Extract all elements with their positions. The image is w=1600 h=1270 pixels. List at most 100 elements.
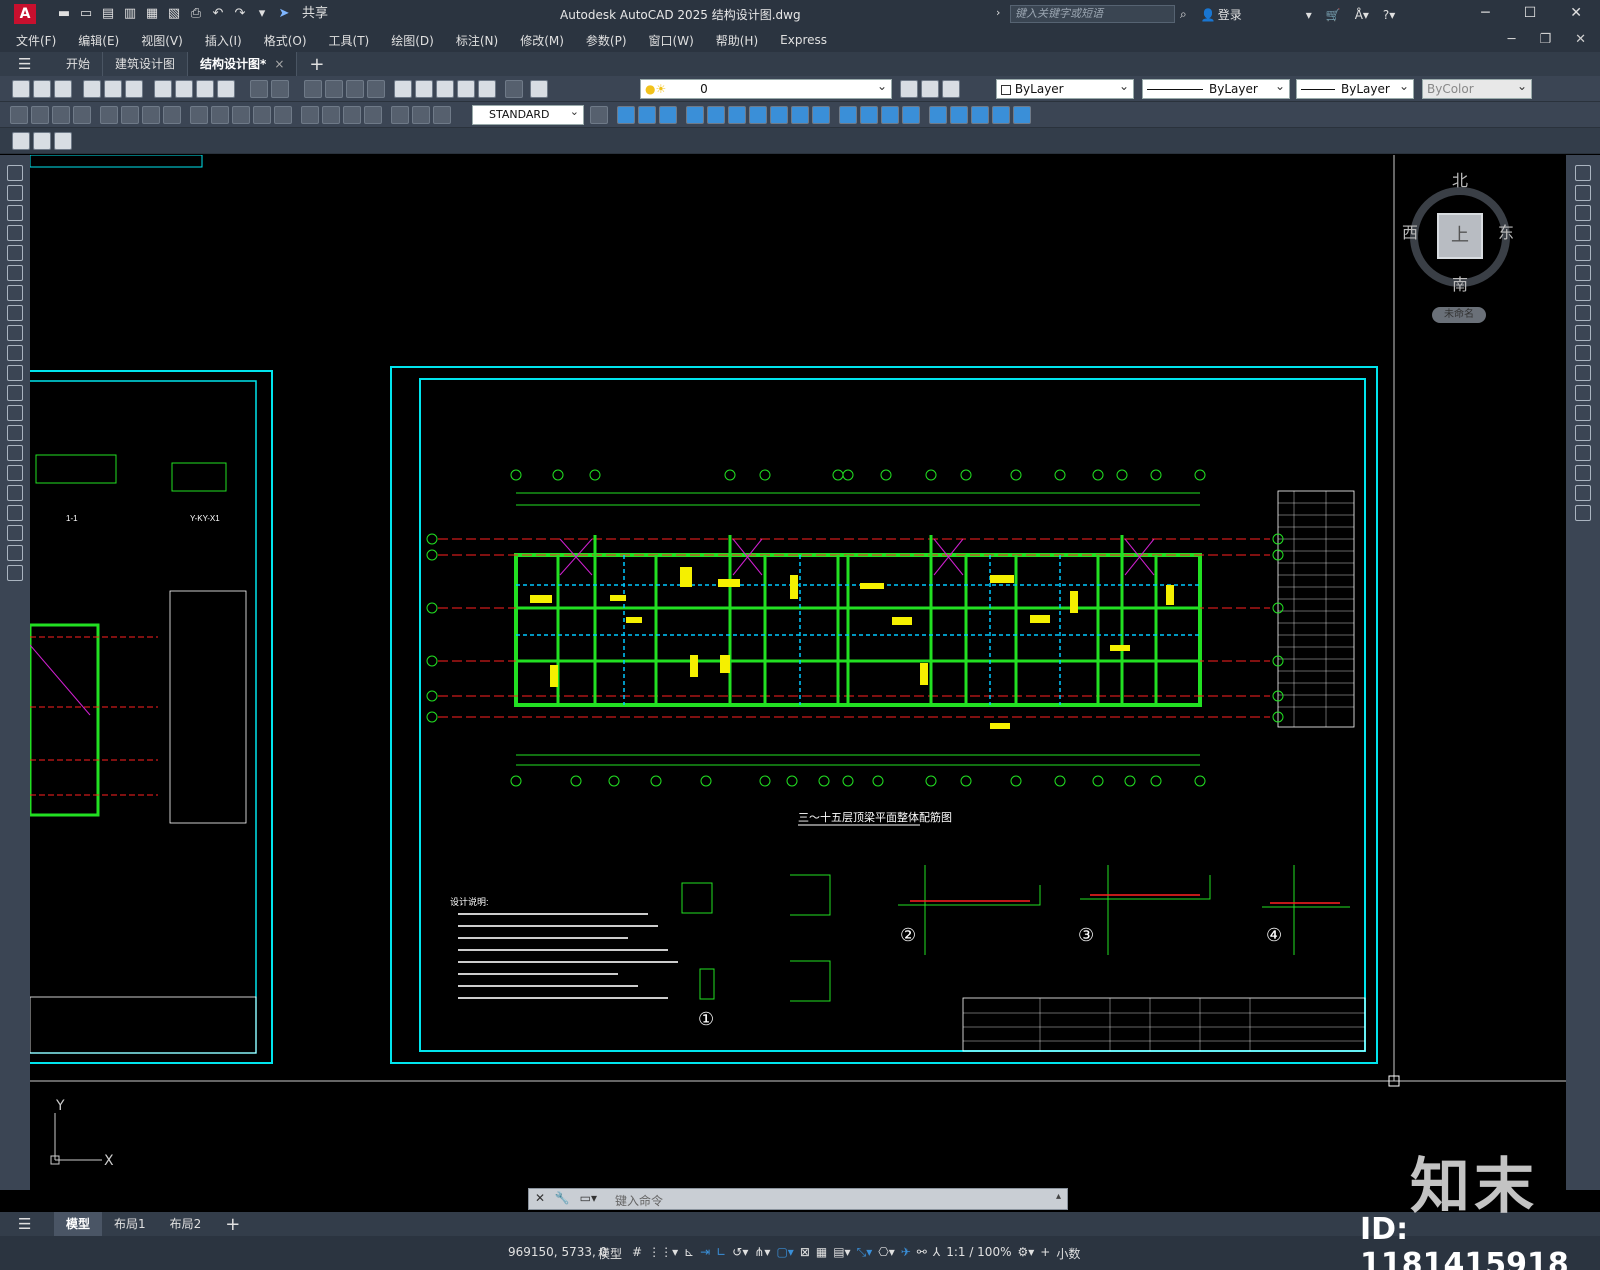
make-current-icon[interactable] <box>900 80 918 98</box>
rotate-icon[interactable] <box>1575 285 1591 301</box>
spline-icon[interactable] <box>7 325 23 341</box>
attribute-icon[interactable] <box>54 132 72 150</box>
add-selected-icon[interactable] <box>7 545 23 561</box>
ucs-world-icon[interactable] <box>950 106 968 124</box>
dim-aligned-icon[interactable] <box>31 106 49 124</box>
dim-continue-icon[interactable] <box>232 106 250 124</box>
center-mark-icon[interactable] <box>322 106 340 124</box>
ellipse-icon[interactable] <box>7 345 23 361</box>
cut-icon[interactable] <box>154 80 172 98</box>
doc-close-icon[interactable]: ✕ <box>1575 32 1586 47</box>
dim-linear-icon[interactable] <box>10 106 28 124</box>
expand-icon[interactable] <box>7 565 23 581</box>
view-left-icon[interactable] <box>659 106 677 124</box>
polar-tracking-icon[interactable]: ↺▾ <box>732 1245 748 1262</box>
polyline-icon[interactable] <box>7 205 23 221</box>
auto-scale-icon[interactable]: ⚯ <box>917 1245 927 1262</box>
command-input[interactable]: 键入命令 <box>615 1192 663 1209</box>
dim-diameter-icon[interactable] <box>142 106 160 124</box>
command-expand-icon[interactable]: ▴ <box>1056 1191 1061 1202</box>
view-right-icon[interactable] <box>686 106 704 124</box>
dim-arc-icon[interactable] <box>52 106 70 124</box>
layer-properties-icon[interactable] <box>530 80 548 98</box>
tab-model[interactable]: 模型 <box>54 1212 103 1236</box>
region-icon[interactable] <box>7 485 23 501</box>
join-icon[interactable] <box>1575 425 1591 441</box>
linetype-dropdown[interactable]: ByLayer <box>1142 77 1290 99</box>
workspace-icon[interactable]: ⚙▾ <box>1017 1245 1034 1262</box>
chamfer-icon[interactable] <box>1575 445 1591 461</box>
viewcube-top-face[interactable]: 上 <box>1437 213 1483 259</box>
move-icon[interactable] <box>1575 265 1591 281</box>
menu-view[interactable]: 视图(V) <box>141 32 183 49</box>
make-block-icon[interactable] <box>7 405 23 421</box>
tolerance-icon[interactable] <box>301 106 319 124</box>
3d-osnap-icon[interactable]: ⎔▾ <box>878 1245 895 1262</box>
annotation-scale-value[interactable]: 1:1 / 100% <box>946 1245 1011 1262</box>
polygon-icon[interactable] <box>7 225 23 241</box>
view-se-iso-icon[interactable] <box>770 106 788 124</box>
ortho-icon[interactable]: ⊾ <box>684 1245 694 1262</box>
blend-icon[interactable] <box>1575 485 1591 501</box>
command-close-icon[interactable]: ✕ <box>535 1191 545 1205</box>
menu-insert[interactable]: 插入(I) <box>205 32 242 49</box>
view-ne-iso-icon[interactable] <box>791 106 809 124</box>
match-prop-icon[interactable] <box>217 80 235 98</box>
menu-tools[interactable]: 工具(T) <box>329 32 370 49</box>
mtext-icon[interactable] <box>7 525 23 541</box>
minimize-icon[interactable]: ─ <box>1481 5 1489 21</box>
command-line[interactable]: ✕ 🔧 ▭▾ 键入命令 ▴ <box>528 1188 1068 1210</box>
revcloud-icon[interactable] <box>7 305 23 321</box>
circle-icon[interactable] <box>7 285 23 301</box>
view-back-icon[interactable] <box>728 106 746 124</box>
viewcube-north[interactable]: 北 <box>1452 167 1468 191</box>
dim-edit-icon[interactable] <box>391 106 409 124</box>
zoom-window-icon[interactable] <box>346 80 364 98</box>
menu-file[interactable]: 文件(F) <box>16 32 56 49</box>
preview-icon[interactable] <box>104 80 122 98</box>
app-menu-button[interactable]: A <box>14 4 36 24</box>
insert-block-icon[interactable] <box>33 132 51 150</box>
ucs-icon[interactable] <box>929 106 947 124</box>
help-search-input[interactable]: 键入关键字或短语 <box>1010 5 1175 23</box>
tab-close-icon[interactable]: × <box>274 57 284 71</box>
paste-icon[interactable] <box>196 80 214 98</box>
jogged-linear-icon[interactable] <box>364 106 382 124</box>
viewcube-east[interactable]: 东 <box>1498 219 1514 243</box>
visual-hidden-icon[interactable] <box>881 106 899 124</box>
point-icon[interactable] <box>7 425 23 441</box>
table-icon[interactable] <box>7 505 23 521</box>
snap-icon[interactable]: ⋮⋮▾ <box>648 1245 678 1262</box>
login-button[interactable]: 登录 <box>1218 6 1242 23</box>
iso-draft-icon[interactable]: ⋔▾ <box>754 1245 770 1262</box>
tool-palettes-icon[interactable] <box>436 80 454 98</box>
copy-object-icon[interactable] <box>1575 185 1591 201</box>
sheet-set-icon[interactable] <box>457 80 475 98</box>
color-dropdown[interactable]: ByLayer <box>996 77 1134 99</box>
grid-icon[interactable]: # <box>632 1245 642 1262</box>
viewcube-west[interactable]: 西 <box>1402 219 1418 243</box>
wcs-menu-button[interactable]: 未命名 <box>1432 307 1486 323</box>
inspect-icon[interactable] <box>343 106 361 124</box>
fillet-icon[interactable] <box>1575 465 1591 481</box>
selection-cycling-icon[interactable]: ⤡▾ <box>857 1245 873 1262</box>
annotation-scale-icon[interactable]: ⅄ <box>933 1245 940 1262</box>
pan-icon[interactable] <box>304 80 322 98</box>
transparency-icon[interactable]: ▤▾ <box>833 1245 850 1262</box>
extend-icon[interactable] <box>1575 365 1591 381</box>
dim-break-icon[interactable] <box>274 106 292 124</box>
lineweight-icon[interactable]: ▦ <box>816 1245 827 1262</box>
menu-dimension[interactable]: 标注(N) <box>456 32 498 49</box>
block-editor-icon[interactable] <box>12 132 30 150</box>
stretch-icon[interactable] <box>1575 325 1591 341</box>
drawing-canvas[interactable]: 1-1 Y-KY-X1 三～十五层顶梁平面整体配筋图 设计说明: ② ③ ④ ①… <box>30 155 1566 1190</box>
explode-icon[interactable] <box>1575 505 1591 521</box>
doc-minimize-icon[interactable]: ─ <box>1508 32 1516 47</box>
menu-format[interactable]: 格式(O) <box>264 32 307 49</box>
menu-parametric[interactable]: 参数(P) <box>586 32 627 49</box>
share-icon[interactable]: ➤ <box>276 6 292 22</box>
open-file-icon[interactable]: ▭ <box>78 6 94 22</box>
break-icon[interactable] <box>1575 405 1591 421</box>
dim-angular-icon[interactable] <box>163 106 181 124</box>
ucs-previous-icon[interactable] <box>971 106 989 124</box>
